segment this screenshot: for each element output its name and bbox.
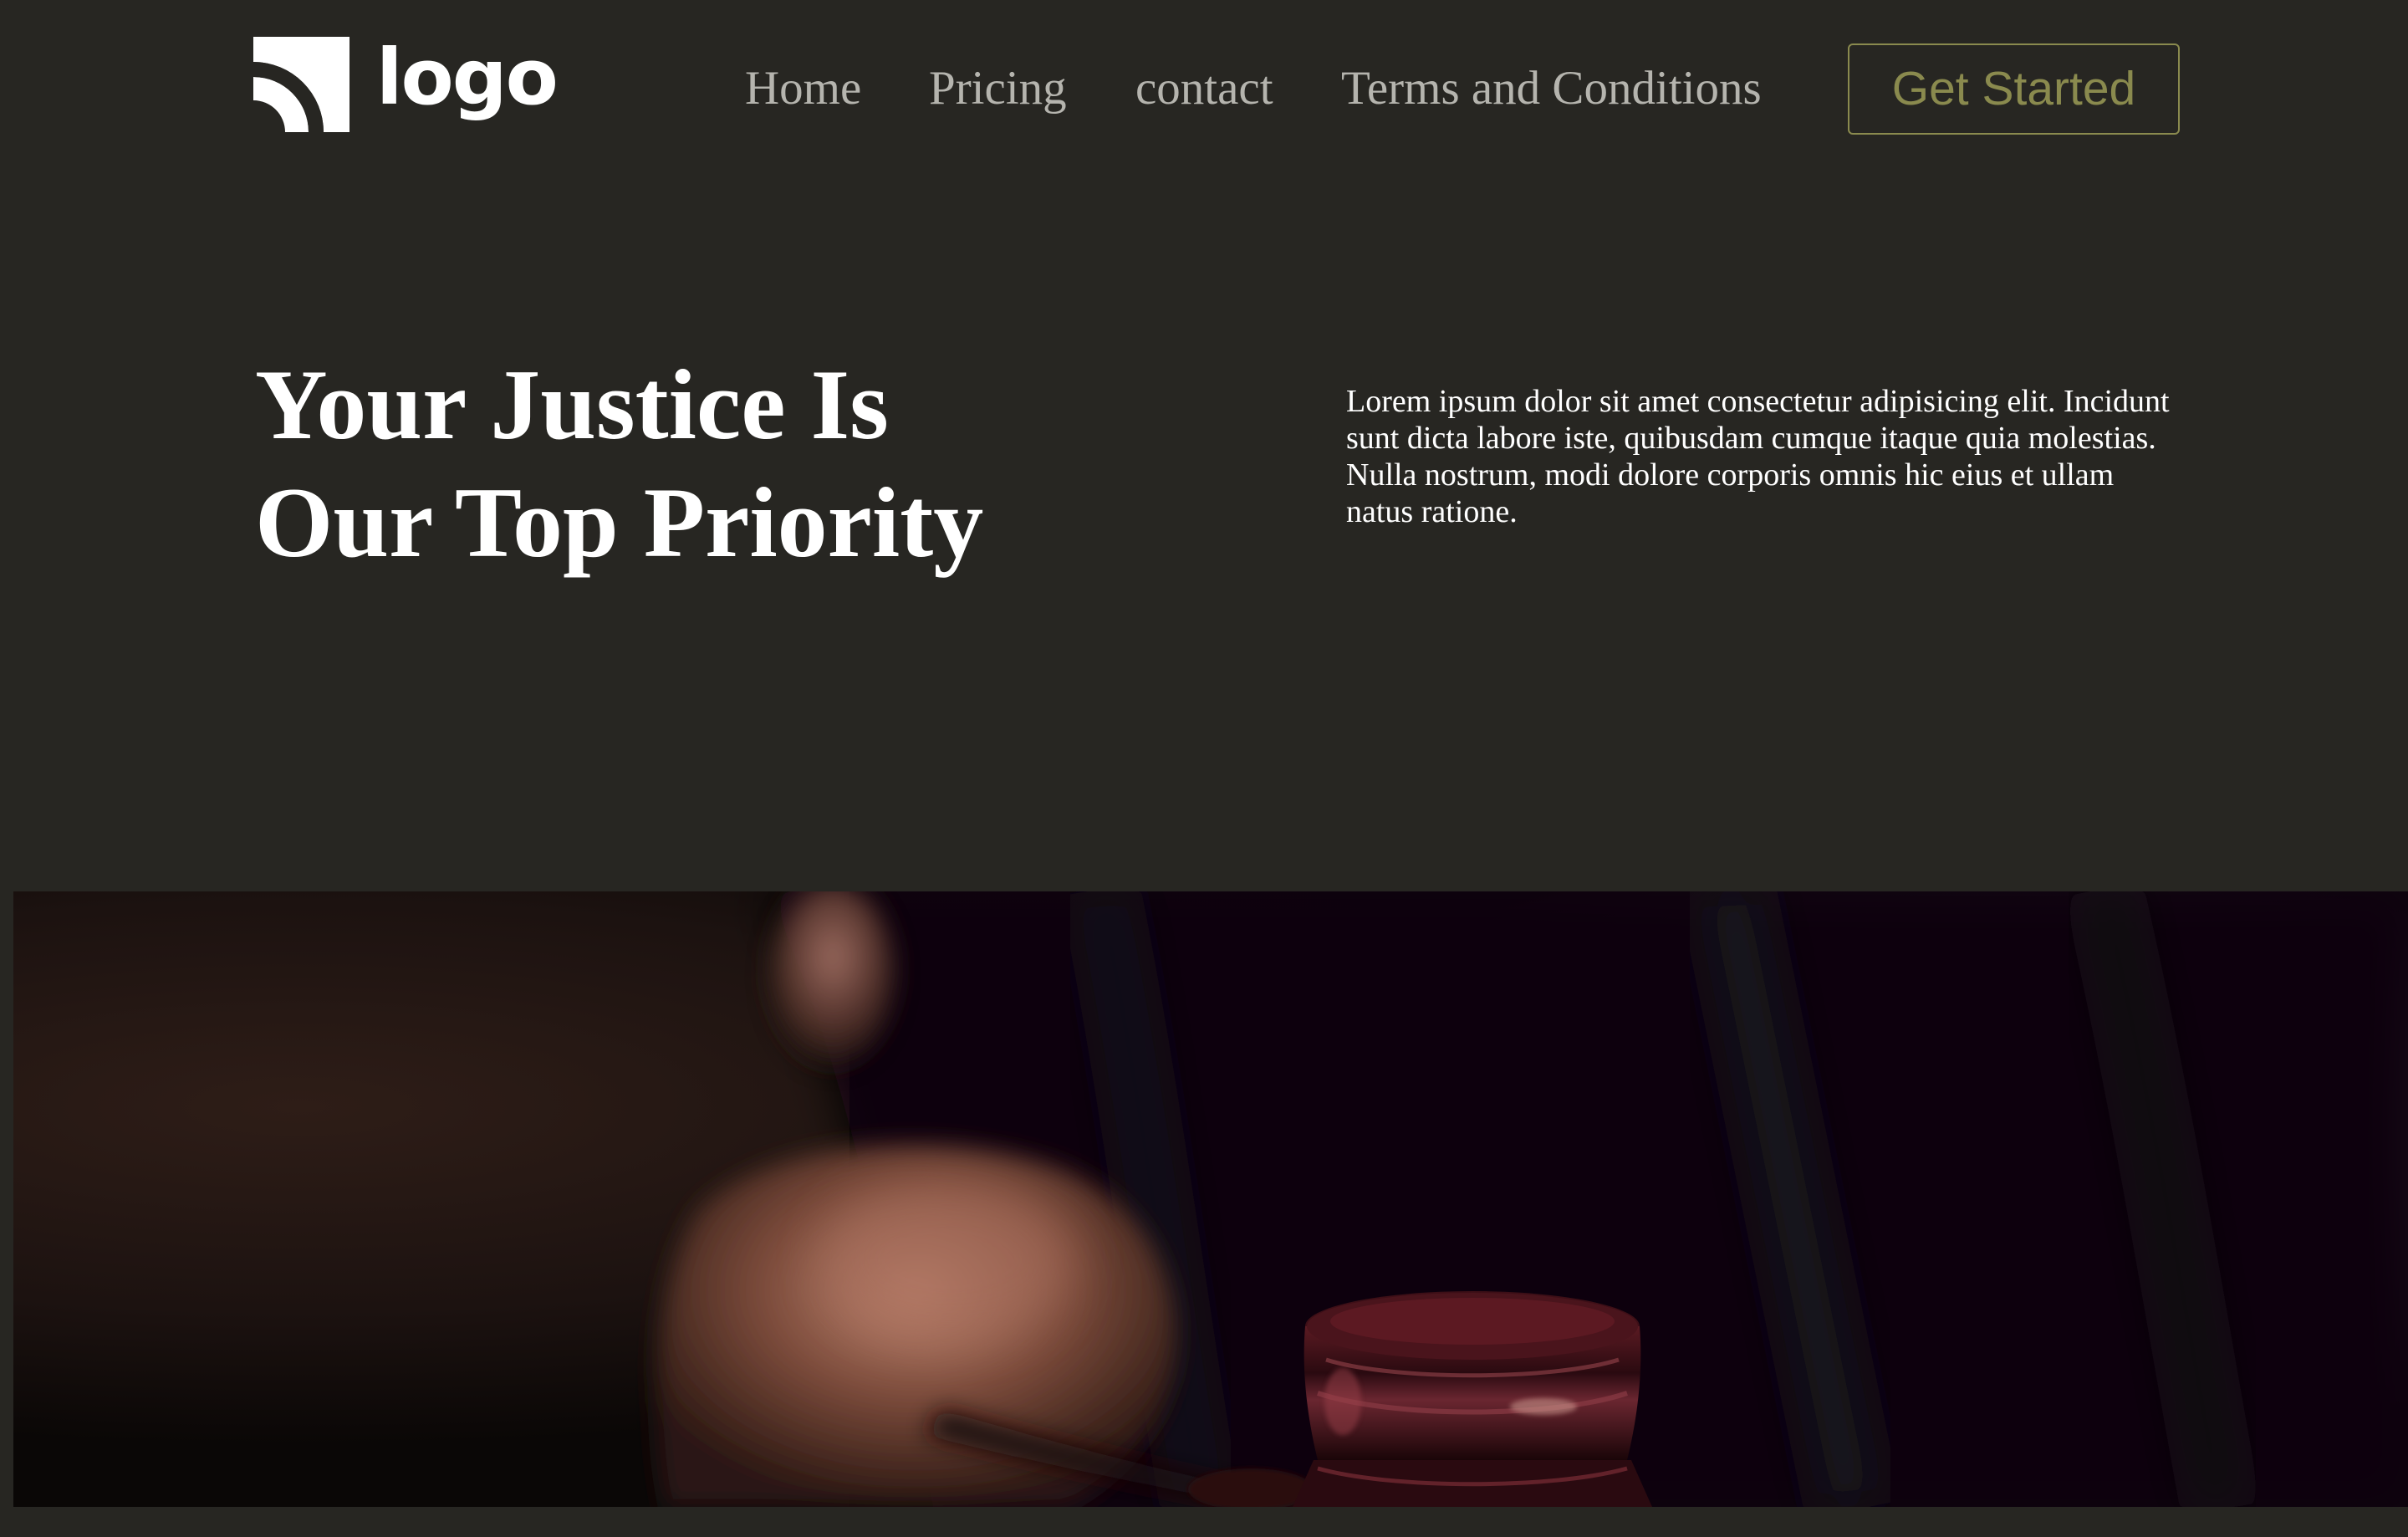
gavel-photo-illustration xyxy=(13,891,2408,1507)
hero-description: Lorem ipsum dolor sit amet consectetur a… xyxy=(1346,383,2182,530)
nav-link-home[interactable]: Home xyxy=(745,55,861,122)
hero-image-gavel xyxy=(13,891,2408,1507)
hero-description-line: Lorem ipsum dolor sit amet consectetur a… xyxy=(1346,384,2170,419)
hero-description-line: sunt dicta labore iste, quibusdam cumque… xyxy=(1346,421,2156,456)
hero-description-line: Nulla nostrum, modi dolore corporis omni… xyxy=(1346,457,2115,493)
hero-title: Your Justice Is Our Top Priority xyxy=(255,345,1091,581)
get-started-button[interactable]: Get Started xyxy=(1848,43,2180,135)
nav-link-terms[interactable]: Terms and Conditions xyxy=(1341,55,1762,122)
hero-description-line: natus ratione. xyxy=(1346,494,1518,529)
nav-link-contact[interactable]: contact xyxy=(1135,55,1273,122)
hero-title-line: Our Top Priority xyxy=(255,467,984,578)
hero-title-line: Your Justice Is xyxy=(255,349,889,460)
site-header: logo Home Pricing contact Terms and Cond… xyxy=(0,0,2408,176)
nav-link-pricing[interactable]: Pricing xyxy=(929,55,1067,122)
